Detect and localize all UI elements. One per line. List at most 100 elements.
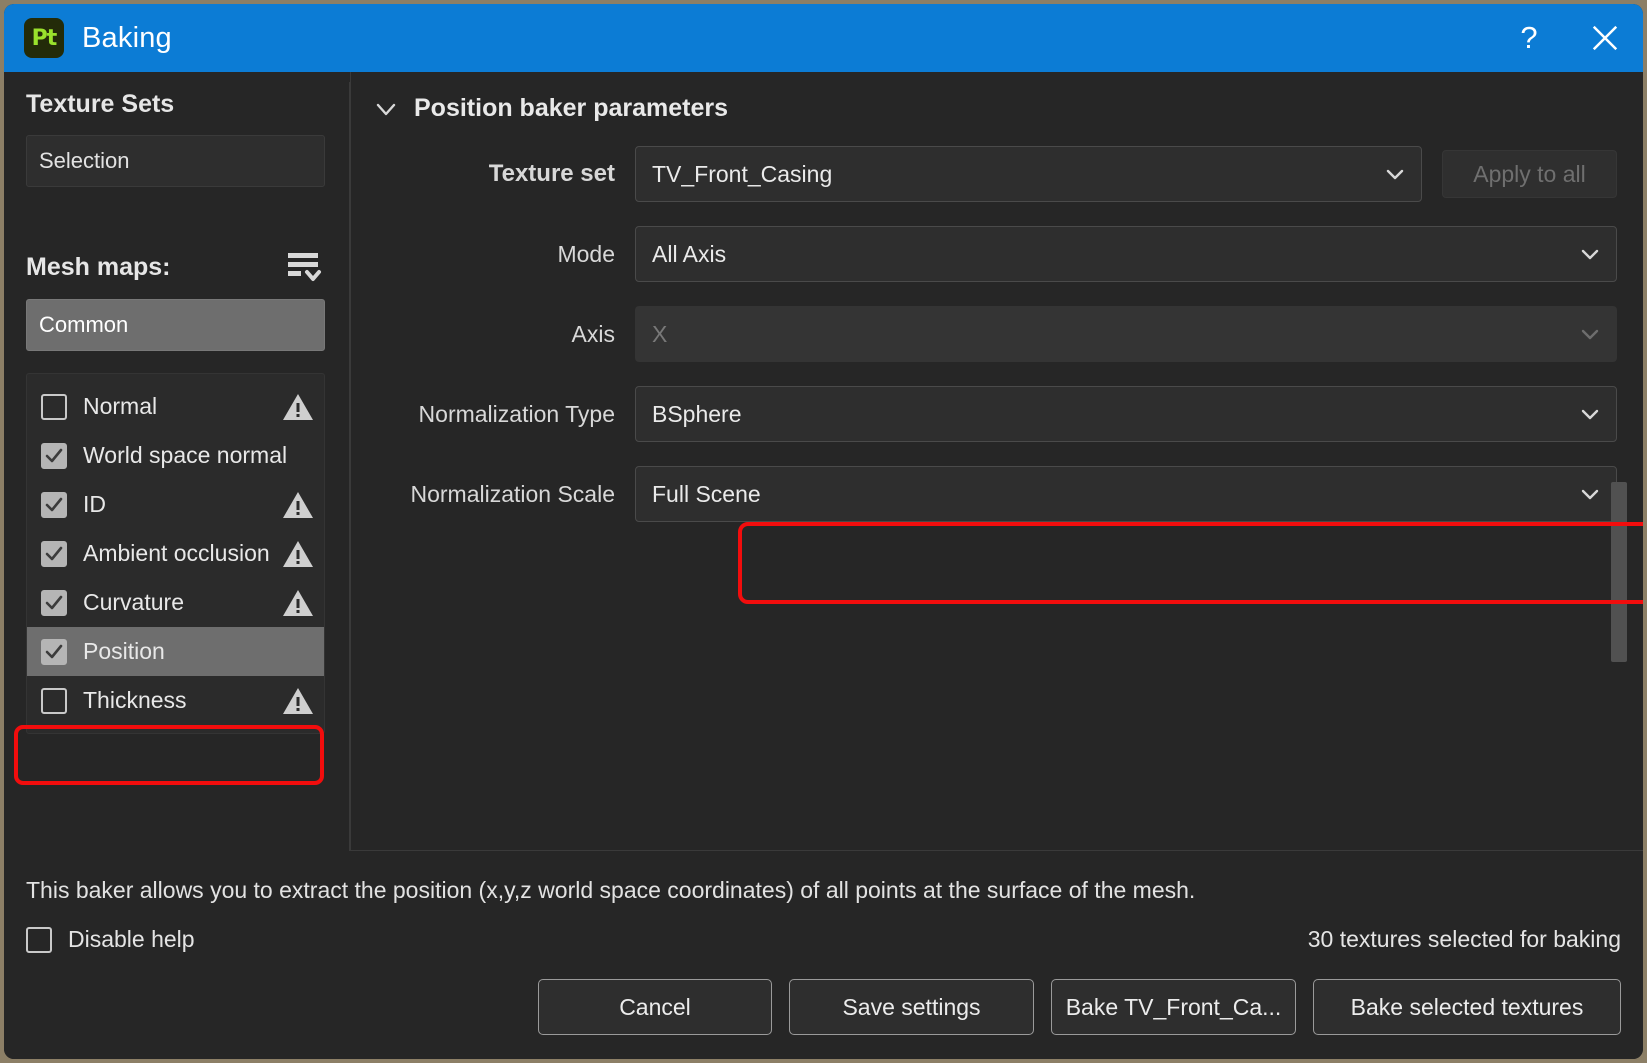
label-normalization-type: Normalization Type <box>418 400 615 427</box>
label-texture-set: Texture set <box>488 160 615 187</box>
close-icon <box>1592 25 1618 51</box>
mesh-map-label: Normal <box>83 393 158 419</box>
annotation-highlight-position <box>14 725 324 785</box>
normalization-scale-dropdown[interactable]: Full Scene <box>635 466 1617 522</box>
texture-sets-selection-item[interactable]: Selection <box>26 135 325 187</box>
dialog-body: Texture Sets Selection Mesh maps: Common <box>4 72 1643 851</box>
annotation-highlight-normalization-scale <box>738 522 1643 604</box>
texture-sets-selection-label: Selection <box>39 148 130 173</box>
mesh-map-row-position[interactable]: Position <box>27 627 324 676</box>
help-button[interactable]: ? <box>1491 4 1567 72</box>
question-mark-icon: ? <box>1520 20 1538 55</box>
checkbox-world-space-normal[interactable] <box>41 442 67 469</box>
mesh-map-label: Ambient occlusion <box>83 540 270 566</box>
label-mode: Mode <box>557 240 615 267</box>
window-title: Baking <box>82 21 172 54</box>
check-icon <box>45 595 63 609</box>
chevron-down-icon <box>1386 169 1404 180</box>
app-logo-icon: Pt <box>24 18 64 58</box>
mesh-maps-group-label: Common <box>39 312 129 337</box>
mesh-map-label: ID <box>83 491 106 517</box>
disable-help-checkbox[interactable] <box>26 926 52 953</box>
normalization-type-dropdown[interactable]: BSphere <box>635 386 1617 442</box>
check-icon <box>45 448 63 462</box>
cancel-button[interactable]: Cancel <box>538 979 772 1035</box>
mesh-maps-header: Mesh maps: <box>26 249 325 285</box>
app-logo-text: Pt <box>31 25 58 51</box>
mesh-map-row-curvature[interactable]: Curvature <box>27 578 324 627</box>
mesh-map-label: World space normal <box>83 442 288 468</box>
chevron-down-icon <box>1581 489 1599 500</box>
axis-value: X <box>652 320 668 347</box>
mesh-maps-heading: Mesh maps: <box>26 252 171 281</box>
texture-set-dropdown[interactable]: TV_Front_Casing <box>635 146 1422 202</box>
apply-to-all-label: Apply to all <box>1473 160 1586 187</box>
checkbox-id[interactable] <box>41 491 67 518</box>
warning-icon <box>283 541 313 567</box>
mesh-map-row-normal[interactable]: Normal <box>27 382 324 431</box>
baker-help-text: This baker allows you to extract the pos… <box>26 877 1196 903</box>
bake-texture-set-button-label: Bake TV_Front_Ca... <box>1065 993 1282 1020</box>
mesh-map-row-id[interactable]: ID <box>27 480 324 529</box>
mesh-maps-group-item[interactable]: Common <box>26 299 325 351</box>
bake-texture-set-button[interactable]: Bake TV_Front_Ca... <box>1051 979 1296 1035</box>
sidebar: Texture Sets Selection Mesh maps: Common <box>4 72 349 851</box>
mesh-maps-list: Normal World space normal ID Ambient occ… <box>26 373 325 734</box>
panel-scrollbar-track[interactable] <box>1611 78 1635 845</box>
mode-dropdown[interactable]: All Axis <box>635 226 1617 282</box>
warning-icon <box>283 688 313 714</box>
checkbox-thickness[interactable] <box>41 687 67 714</box>
mesh-map-row-world-space-normal[interactable]: World space normal <box>27 431 324 480</box>
label-axis: Axis <box>571 320 615 347</box>
baker-parameters-panel: Position baker parameters Texture set TV… <box>350 72 1643 851</box>
normalization-scale-value: Full Scene <box>652 480 761 507</box>
check-icon <box>45 497 63 511</box>
row-normalization-type: Normalization Type BSphere <box>390 385 1617 443</box>
chevron-down-icon <box>1581 329 1599 340</box>
save-settings-button-label: Save settings <box>842 993 981 1020</box>
parameters-form: Texture set TV_Front_Casing Apply to all… <box>350 145 1643 523</box>
close-button[interactable] <box>1567 4 1643 72</box>
apply-to-all-button[interactable]: Apply to all <box>1442 150 1617 198</box>
footer-button-row: Cancel Save settings Bake TV_Front_Ca...… <box>26 979 1621 1059</box>
mode-value: All Axis <box>652 240 727 267</box>
cancel-button-label: Cancel <box>619 993 691 1020</box>
normalization-type-value: BSphere <box>652 400 742 427</box>
bake-selected-textures-button[interactable]: Bake selected textures <box>1313 979 1621 1035</box>
title-bar-controls: ? <box>1491 4 1643 72</box>
list-options-icon[interactable] <box>285 249 325 285</box>
row-texture-set: Texture set TV_Front_Casing Apply to all <box>390 145 1617 203</box>
mesh-map-label: Curvature <box>83 589 184 615</box>
mesh-map-row-thickness[interactable]: Thickness <box>27 676 324 725</box>
dialog-footer: This baker allows you to extract the pos… <box>4 851 1643 1059</box>
title-bar: Pt Baking ? <box>4 4 1643 72</box>
row-axis: Axis X <box>390 305 1617 363</box>
disable-help-label: Disable help <box>68 926 195 952</box>
texture-sets-heading: Texture Sets <box>26 90 175 118</box>
label-normalization-scale: Normalization Scale <box>410 480 615 507</box>
row-normalization-scale: Normalization Scale Full Scene <box>390 465 1617 523</box>
check-icon <box>45 644 63 658</box>
save-settings-button[interactable]: Save settings <box>789 979 1034 1035</box>
checkbox-curvature[interactable] <box>41 589 67 616</box>
chevron-down-icon <box>1581 249 1599 260</box>
panel-scrollbar-thumb[interactable] <box>1611 482 1627 662</box>
panel-title: Position baker parameters <box>414 94 729 122</box>
warning-icon <box>283 590 313 616</box>
checkbox-normal[interactable] <box>41 393 67 420</box>
checkbox-position[interactable] <box>41 638 67 665</box>
texture-set-value: TV_Front_Casing <box>652 160 833 187</box>
panel-header[interactable]: Position baker parameters <box>350 94 1643 123</box>
mesh-map-label: Thickness <box>83 687 187 713</box>
bake-selected-textures-button-label: Bake selected textures <box>1350 993 1584 1020</box>
row-mode: Mode All Axis <box>390 225 1617 283</box>
mesh-map-row-ambient-occlusion[interactable]: Ambient occlusion <box>27 529 324 578</box>
chevron-down-icon[interactable] <box>374 97 398 121</box>
warning-icon <box>283 492 313 518</box>
mesh-map-label: Position <box>83 638 165 664</box>
warning-icon <box>283 394 313 420</box>
footer-status-row: Disable help 30 textures selected for ba… <box>26 926 1621 979</box>
chevron-down-icon <box>1581 409 1599 420</box>
baking-dialog: Pt Baking ? Texture Sets Selection Mesh … <box>4 4 1643 1059</box>
checkbox-ambient-occlusion[interactable] <box>41 540 67 567</box>
